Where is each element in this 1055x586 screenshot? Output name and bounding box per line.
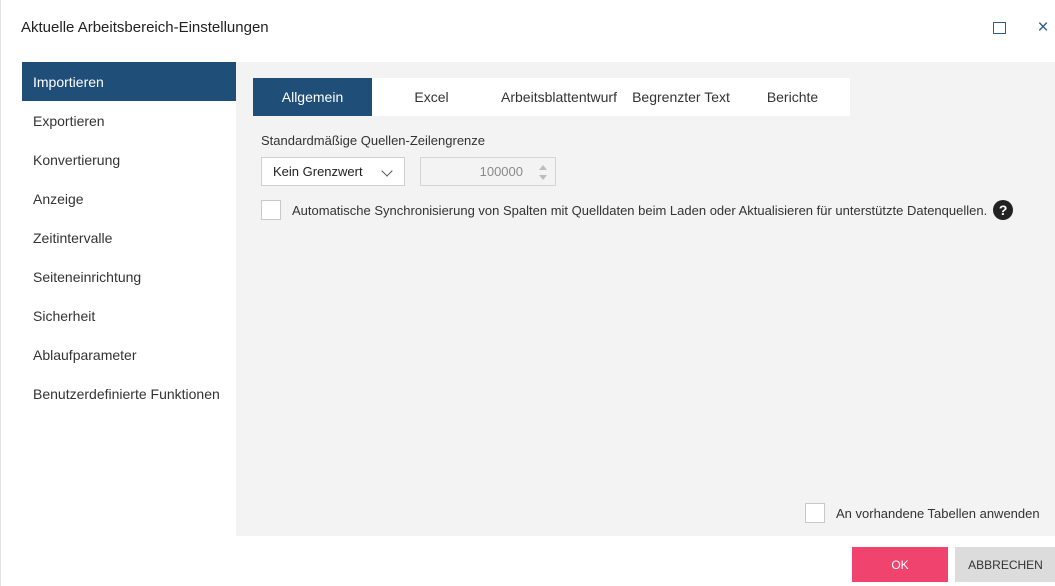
settings-sidebar: Importieren Exportieren Konvertierung An… — [22, 62, 236, 413]
sidebar-item-zeitintervalle[interactable]: Zeitintervalle — [22, 218, 236, 257]
spin-up-icon[interactable] — [539, 165, 547, 170]
maximize-icon[interactable] — [991, 20, 1007, 36]
apply-existing-label: An vorhandene Tabellen anwenden — [836, 505, 1040, 521]
sidebar-item-konvertierung[interactable]: Konvertierung — [22, 140, 236, 179]
sidebar-item-seiteneinrichtung[interactable]: Seiteneinrichtung — [22, 257, 236, 296]
help-icon[interactable]: ? — [993, 200, 1014, 220]
sidebar-item-benutzerdefinierte-funktionen[interactable]: Benutzerdefinierte Funktionen — [22, 374, 236, 413]
apply-existing-row: An vorhandene Tabellen anwenden — [805, 503, 1040, 523]
row-limit-dropdown-value: Kein Grenzwert — [273, 164, 363, 179]
dialog-title: Aktuelle Arbeitsbereich-Einstellungen — [21, 19, 269, 36]
row-limit-number-value: 100000 — [479, 164, 523, 179]
sidebar-item-importieren[interactable]: Importieren — [22, 62, 236, 101]
tab-berichte[interactable]: Berichte — [735, 78, 850, 116]
tab-bar: Allgemein Excel Arbeitsblattentwurf Begr… — [253, 78, 850, 116]
row-limit-dropdown[interactable]: Kein Grenzwert — [261, 157, 405, 186]
row-limit-label: Standardmäßige Quellen-Zeilengrenze — [261, 133, 486, 148]
auto-sync-checkbox[interactable] — [261, 200, 281, 220]
sidebar-item-sicherheit[interactable]: Sicherheit — [22, 296, 236, 335]
sidebar-item-exportieren[interactable]: Exportieren — [22, 101, 236, 140]
sidebar-item-anzeige[interactable]: Anzeige — [22, 179, 236, 218]
settings-dialog: Aktuelle Arbeitsbereich-Einstellungen × … — [0, 0, 1055, 586]
apply-existing-checkbox[interactable] — [805, 503, 825, 523]
chevron-down-icon — [381, 165, 393, 177]
settings-panel: Allgemein Excel Arbeitsblattentwurf Begr… — [236, 62, 1055, 536]
tab-arbeitsblattentwurf[interactable]: Arbeitsblattentwurf — [491, 78, 627, 116]
auto-sync-label: Automatische Synchronisierung von Spalte… — [292, 202, 988, 218]
cancel-button[interactable]: ABBRECHEN — [955, 547, 1055, 582]
tab-begrenzter-text[interactable]: Begrenzter Text — [627, 78, 735, 116]
sidebar-item-ablaufparameter[interactable]: Ablaufparameter — [22, 335, 236, 374]
spin-down-icon[interactable] — [539, 175, 547, 180]
close-icon[interactable]: × — [1035, 18, 1051, 37]
ok-button[interactable]: OK — [852, 547, 948, 582]
auto-sync-row: Automatische Synchronisierung von Spalte… — [261, 200, 1014, 220]
title-bar: Aktuelle Arbeitsbereich-Einstellungen × — [1, 0, 1055, 60]
dialog-footer: OK ABBRECHEN — [1, 536, 1055, 586]
row-limit-number-field[interactable]: 100000 — [420, 157, 556, 186]
tab-allgemein[interactable]: Allgemein — [253, 78, 372, 116]
tab-excel[interactable]: Excel — [372, 78, 491, 116]
